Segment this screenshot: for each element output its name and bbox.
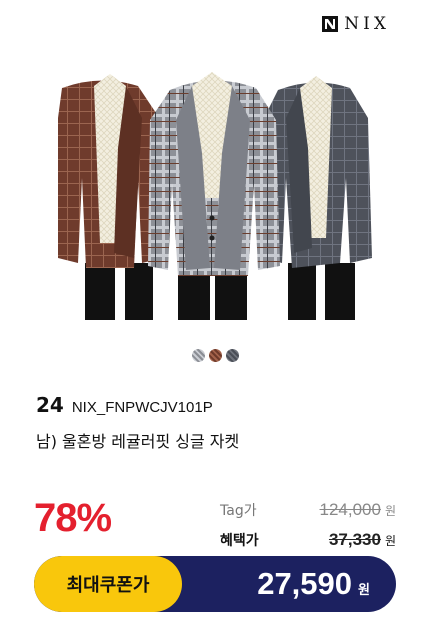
coupon-price-bar[interactable]: 최대쿠폰가 27,590 원: [34, 556, 396, 612]
brand-name: NIX: [344, 14, 390, 34]
sale-price-value: 37,330: [328, 530, 381, 549]
product-title[interactable]: 남) 울혼방 레귤러핏 싱글 자켓: [36, 428, 239, 452]
sale-price-label: 혜택가: [220, 533, 259, 549]
tag-price-row: Tag가 124,000 원: [220, 500, 396, 520]
swatch-brown-check[interactable]: [208, 349, 222, 362]
coupon-price-currency: 원: [358, 583, 370, 598]
sale-price-row: 혜택가 37,330 원: [220, 530, 396, 550]
product-image[interactable]: [50, 58, 380, 320]
product-code-number: 24: [36, 393, 64, 417]
tag-price-label: Tag가: [220, 503, 257, 519]
brand-logo[interactable]: NIX: [322, 14, 390, 34]
sale-price-currency: 원: [384, 534, 396, 548]
product-code-row: 24 NIX_FNPWCJV101P: [36, 393, 213, 417]
coupon-price-value: 27,590: [257, 566, 353, 601]
tag-price-value: 124,000: [319, 500, 381, 519]
coupon-price: 27,590 원: [182, 566, 396, 602]
tag-price-currency: 원: [384, 504, 396, 518]
discount-rate: 78%: [34, 496, 112, 540]
product-code: NIX_FNPWCJV101P: [71, 399, 213, 416]
swatch-charcoal[interactable]: [225, 349, 239, 362]
coupon-label: 최대쿠폰가: [34, 556, 182, 612]
color-swatches: [0, 349, 430, 362]
nix-logo-icon: [322, 16, 339, 32]
swatch-gray-plaid[interactable]: [191, 349, 205, 362]
